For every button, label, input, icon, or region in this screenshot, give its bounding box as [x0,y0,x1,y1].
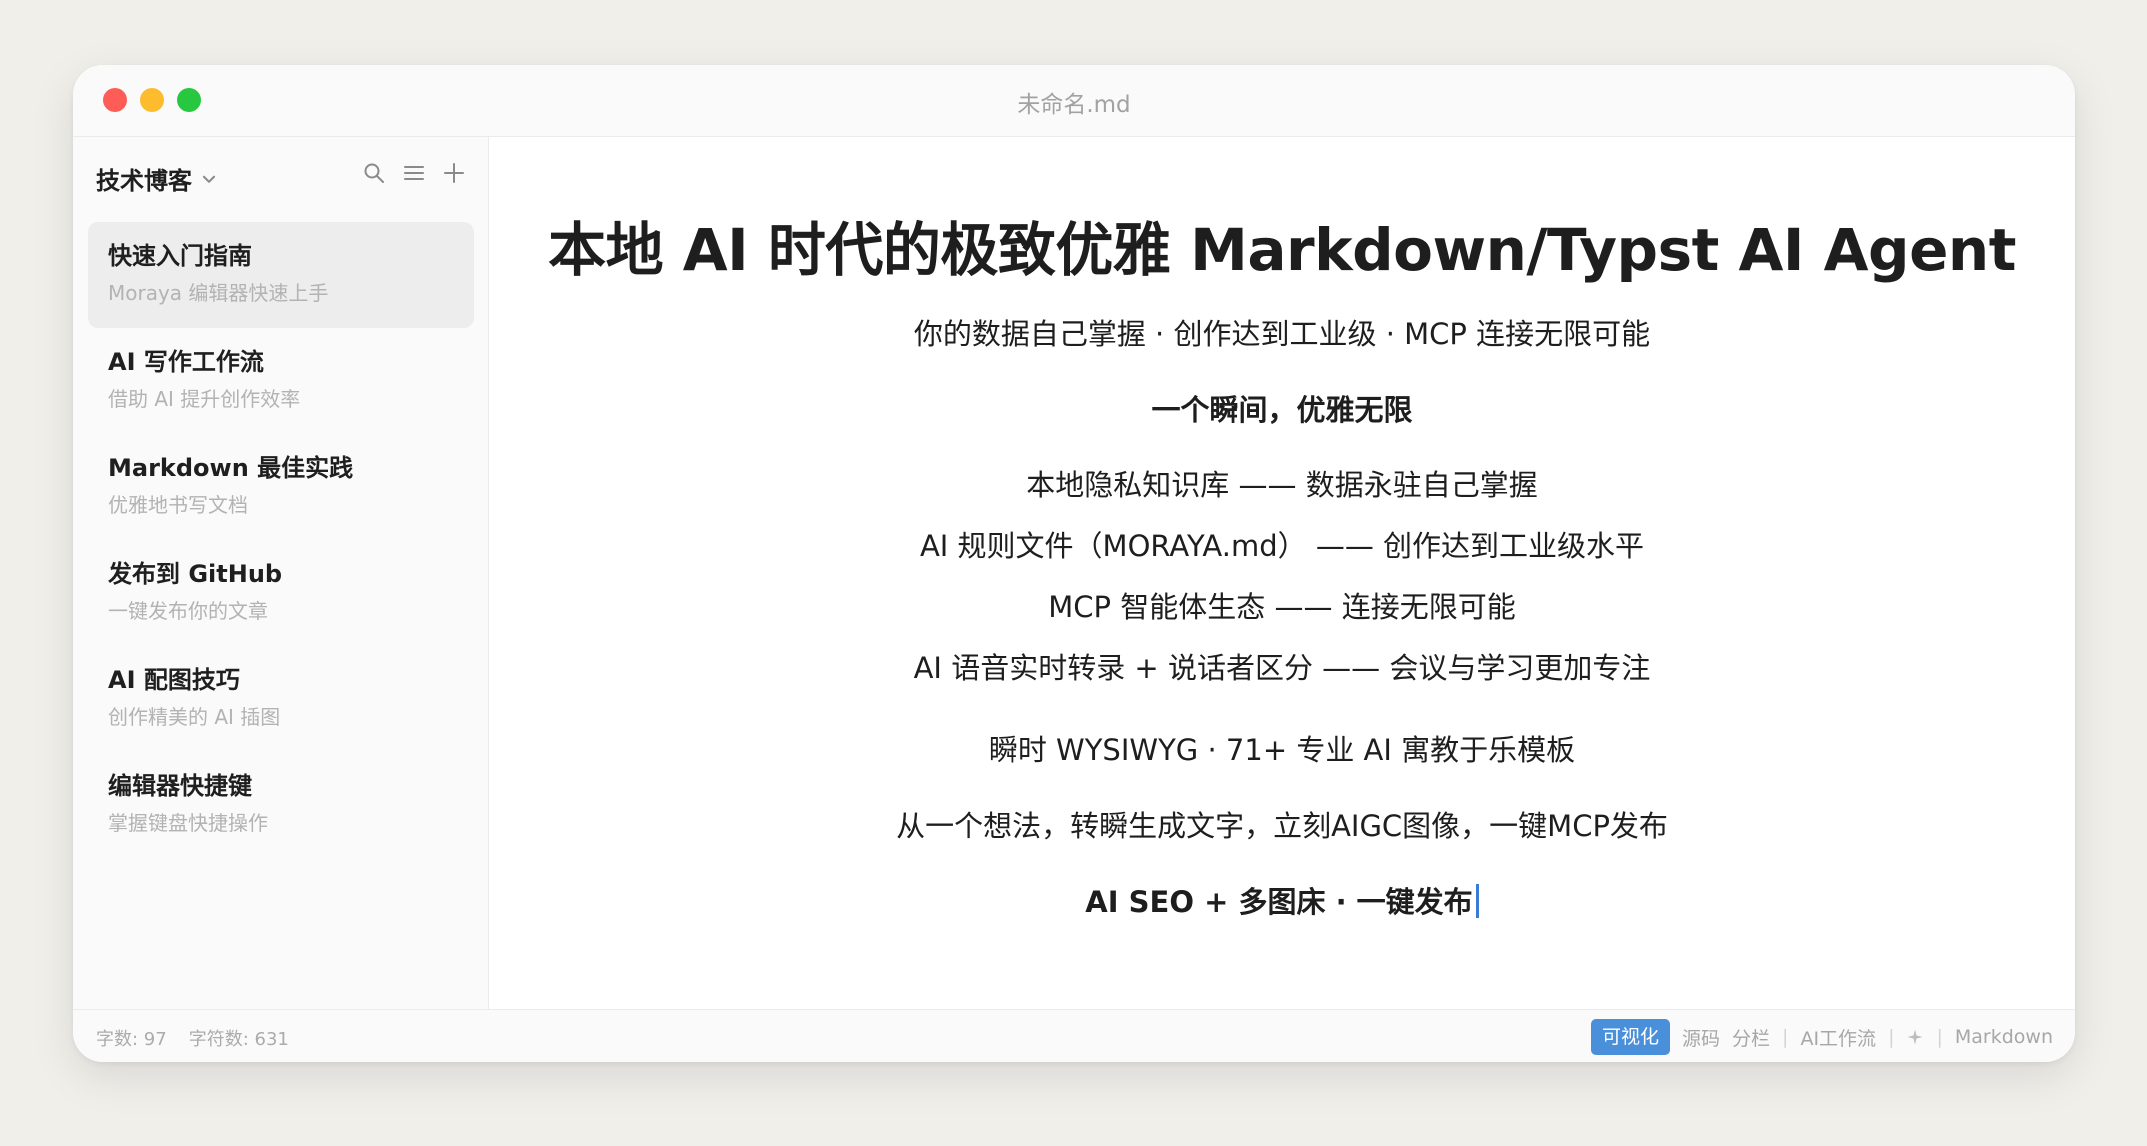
feature-line: AI 语音实时转录 + 说话者区分 —— 会议与学习更加专注 [913,651,1651,685]
chevron-down-icon [202,175,216,183]
divider: | [1936,1026,1943,1048]
char-count: 字符数: 631 [188,1029,289,1050]
note-subtitle: Moraya 编辑器快速上手 [108,281,329,305]
document-title: 本地 AI 时代的极致优雅 Markdown/Typst AI Agent [548,216,2016,284]
app-window: 未命名.md 技术博客 快速入门指南 Moraya 编辑器快速上手 AI 写作工… [73,65,2075,1062]
workspace-selector[interactable]: 技术博客 [96,161,218,196]
view-mode-switcher: 可视化 源码 分栏 | AI工作流 | | Markdown [1591,1019,2053,1055]
plus-icon[interactable] [442,161,466,185]
note-item-ai-writing[interactable]: AI 写作工作流 借助 AI 提升创作效率 [88,328,474,434]
note-title: AI 配图技巧 [108,666,240,694]
note-item-publish-github[interactable]: 发布到 GitHub 一键发布你的文章 [88,540,474,646]
sidebar-header: 技术博客 [73,137,488,217]
document-slogan: 一个瞬间，优雅无限 [1151,393,1413,427]
note-subtitle: 一键发布你的文章 [108,599,268,623]
sparkle-icon[interactable] [1906,1028,1924,1046]
note-title: AI 写作工作流 [108,348,264,376]
search-icon[interactable] [362,161,386,185]
ai-workflow-button[interactable]: AI工作流 [1800,1024,1876,1051]
workspace-name: 技术博客 [96,167,192,195]
note-title: 快速入门指南 [108,242,252,270]
note-subtitle: 掌握键盘快捷操作 [108,811,268,835]
note-item-quick-start[interactable]: 快速入门指南 Moraya 编辑器快速上手 [88,222,474,328]
note-title: Markdown 最佳实践 [108,454,354,482]
document-tagline: 你的数据自己掌握 · 创作达到工业级 · MCP 连接无限可能 [913,317,1651,351]
sidebar-toolbar [362,161,466,185]
sidebar: 技术博客 快速入门指南 Moraya 编辑器快速上手 AI 写作工作流 借助 A… [73,137,489,1009]
window-title: 未命名.md [1017,92,1131,118]
format-indicator[interactable]: Markdown [1955,1026,2053,1048]
editor-area[interactable]: 本地 AI 时代的极致优雅 Markdown/Typst AI Agent 你的… [489,137,2075,1009]
note-list: 快速入门指南 Moraya 编辑器快速上手 AI 写作工作流 借助 AI 提升创… [88,222,474,858]
mode-visual-button[interactable]: 可视化 [1591,1019,1671,1055]
note-item-ai-image[interactable]: AI 配图技巧 创作精美的 AI 插图 [88,646,474,752]
templates-line: 瞬时 WYSIWYG · 71+ 专业 AI 寓教于乐模板 [988,733,1576,767]
word-count: 字数: 97 [96,1029,167,1050]
text-caret [1475,884,1479,918]
note-subtitle: 创作精美的 AI 插图 [108,705,281,729]
flow-line: 从一个想法，转瞬生成文字，立刻AIGC图像，一键MCP发布 [896,809,1668,843]
divider: | [1888,1026,1895,1048]
closing-line: AI SEO + 多图床 · 一键发布 [489,879,2075,921]
mode-split-button[interactable]: 分栏 [1732,1024,1770,1051]
mode-source-button[interactable]: 源码 [1682,1024,1720,1051]
status-bar: 字数: 97 字符数: 631 可视化 源码 分栏 | AI工作流 | | Ma… [73,1009,2075,1062]
note-item-markdown-practice[interactable]: Markdown 最佳实践 优雅地书写文档 [88,434,474,540]
closing-text: AI SEO + 多图床 · 一键发布 [1085,885,1473,919]
feature-line: AI 规则文件（MORAYA.md） —— 创作达到工业级水平 [919,529,1645,563]
document-stats: 字数: 97 字符数: 631 [96,1025,289,1051]
note-title: 发布到 GitHub [108,560,283,588]
note-subtitle: 优雅地书写文档 [108,493,248,517]
note-item-shortcuts[interactable]: 编辑器快捷键 掌握键盘快捷操作 [88,752,474,858]
title-bar: 未命名.md [73,65,2075,137]
feature-line: MCP 智能体生态 —— 连接无限可能 [1048,590,1516,624]
note-subtitle: 借助 AI 提升创作效率 [108,387,301,411]
list-icon[interactable] [402,161,426,185]
note-title: 编辑器快捷键 [108,772,252,800]
divider: | [1782,1026,1789,1048]
feature-line: 本地隐私知识库 —— 数据永驻自己掌握 [1026,468,1538,502]
